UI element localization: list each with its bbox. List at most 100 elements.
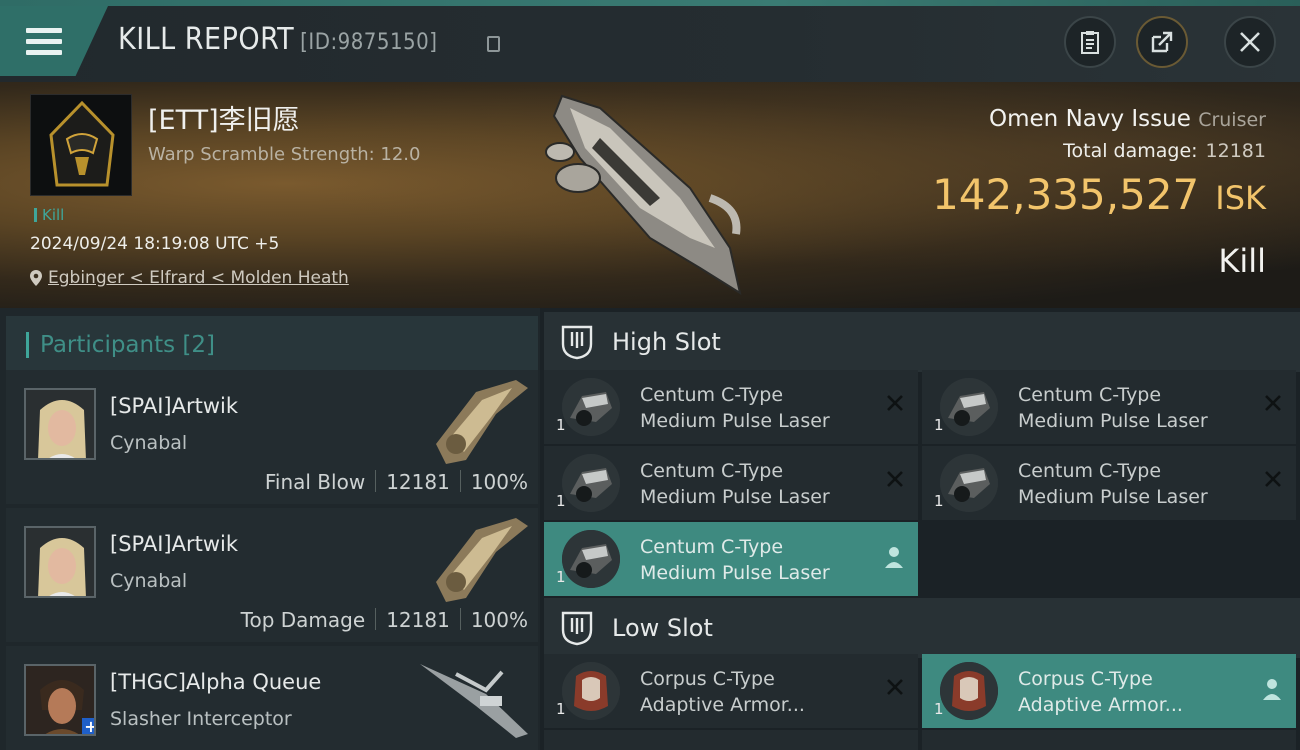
share-button[interactable] [1136, 16, 1188, 68]
module-item-partial[interactable] [544, 730, 918, 750]
module-item[interactable]: 1 Centum C-Type Medium Pulse Laser [922, 370, 1296, 444]
participant-name: [SPAI]Artwik [110, 532, 238, 556]
participant-name: [SPAI]Artwik [110, 394, 238, 418]
module-name-line2: Adaptive Armor... [640, 694, 805, 716]
module-name: Centum C-Type Medium Pulse Laser [1018, 382, 1208, 434]
kill-timestamp: 2024/09/24 18:19:08 UTC +5 [30, 234, 280, 254]
participants-header: Participants [2] [6, 316, 538, 374]
participant-role: Final Blow [264, 470, 366, 494]
high-slot-header: High Slot [544, 312, 1300, 372]
warp-scramble-strength: Warp Scramble Strength: 12.0 [148, 144, 421, 165]
participant-row[interactable]: [SPAI]Artwik Cynabal Top Damage 12181 100% [6, 508, 538, 642]
module-name-line2: Medium Pulse Laser [640, 486, 830, 508]
victim-name[interactable]: [ETT]李旧愿 [148, 98, 300, 137]
victim-ship-image [545, 94, 742, 296]
high-slot-icon [561, 325, 593, 360]
participants-header-accent [26, 332, 29, 358]
module-item[interactable]: 1 Corpus C-Type Adaptive Armor... [544, 654, 918, 728]
participant-ship-image [420, 664, 528, 738]
module-item[interactable]: 1 Centum C-Type Medium Pulse Laser [544, 446, 918, 520]
kill-result: Kill [1218, 242, 1266, 280]
close-icon [1240, 32, 1260, 52]
participant-ship-image [436, 518, 528, 602]
victim-ship-class: Cruiser [1198, 109, 1266, 131]
module-name-line1: Centum C-Type [640, 536, 784, 558]
module-quantity: 1 [934, 700, 944, 718]
module-name: Corpus C-Type Adaptive Armor... [1018, 666, 1183, 718]
low-slot-icon [561, 611, 593, 646]
participant-ship: Cynabal [110, 432, 188, 454]
pulse-laser-icon [562, 454, 620, 512]
participant-damage: 12181 [386, 608, 450, 632]
participant-percent: 100% [470, 608, 528, 632]
pulse-laser-icon [940, 454, 998, 512]
module-quantity: 1 [556, 700, 566, 718]
participants-panel: Participants [2] [SPAI]Artwik Cynabal Fi… [0, 308, 540, 750]
pulse-laser-icon [562, 378, 620, 436]
pulse-laser-icon [940, 378, 998, 436]
destroyed-icon [887, 395, 903, 411]
participant-row[interactable]: [SPAI]Artwik Cynabal Final Blow 12181 100% [6, 370, 538, 504]
module-item[interactable]: 1 Centum C-Type Medium Pulse Laser [922, 446, 1296, 520]
module-name-line1: Centum C-Type [640, 460, 784, 482]
total-damage: Total damage: 12181 [1063, 140, 1266, 162]
module-name-line2: Medium Pulse Laser [1018, 410, 1208, 432]
participant-role: Top Damage [240, 608, 366, 632]
module-name: Centum C-Type Medium Pulse Laser [640, 534, 830, 586]
module-name-line1: Centum C-Type [640, 384, 784, 406]
module-item-selected[interactable]: 1 Corpus C-Type Adaptive Armor... [922, 654, 1296, 728]
module-quantity: 1 [556, 416, 566, 434]
destroyed-icon [1265, 471, 1281, 487]
module-item[interactable]: 1 Centum C-Type Medium Pulse Laser [544, 370, 918, 444]
total-damage-value: 12181 [1205, 140, 1266, 162]
dropped-person-icon [1263, 679, 1281, 700]
module-name-line1: Centum C-Type [1018, 384, 1162, 406]
kill-location[interactable]: Egbinger < Elfrard < Molden Heath [30, 268, 349, 288]
module-name-line1: Corpus C-Type [1018, 668, 1153, 690]
participant-row[interactable]: + [THGC]Alpha Queue Slasher Interceptor [6, 646, 538, 750]
copy-id-icon[interactable] [487, 36, 500, 52]
module-name-line2: Medium Pulse Laser [640, 562, 830, 584]
clipboard-icon [1081, 31, 1099, 54]
page-title: KILL REPORT [ID:9875150] [118, 22, 437, 57]
module-item-partial[interactable] [922, 730, 1296, 750]
module-name: Centum C-Type Medium Pulse Laser [1018, 458, 1208, 510]
dropped-person-icon [885, 547, 903, 568]
module-name-line1: Centum C-Type [1018, 460, 1162, 482]
high-slot-title: High Slot [612, 328, 721, 356]
module-quantity: 1 [934, 492, 944, 510]
participant-avatar: + [24, 664, 96, 736]
participant-ship-image [436, 380, 528, 464]
participants-title: Participants [2] [40, 332, 215, 358]
destroyed-icon [887, 471, 903, 487]
participant-ship: Slasher Interceptor [110, 708, 292, 730]
isk-unit: ISK [1215, 179, 1266, 217]
participant-avatar [24, 526, 96, 598]
participant-name: [THGC]Alpha Queue [110, 670, 322, 694]
plus-badge-icon: + [82, 718, 94, 734]
fitting-panel: High Slot 1 Centum C-Type Medium Pulse L… [540, 308, 1300, 750]
module-name-line1: Corpus C-Type [640, 668, 775, 690]
clipboard-button[interactable] [1064, 16, 1116, 68]
close-button[interactable] [1224, 16, 1276, 68]
participant-percent: 100% [470, 470, 528, 494]
module-quantity: 1 [556, 568, 566, 586]
victim-portrait[interactable] [30, 94, 132, 196]
pulse-laser-icon [562, 530, 620, 588]
share-icon [1151, 31, 1173, 53]
victim-banner: [ETT]李旧愿 Warp Scramble Strength: 12.0 Ki… [0, 82, 1300, 308]
victim-ship-title[interactable]: Omen Navy Issue Cruiser [989, 106, 1266, 132]
report-id: [ID:9875150] [300, 30, 438, 55]
module-item-selected[interactable]: 1 Centum C-Type Medium Pulse Laser [544, 522, 918, 596]
hamburger-menu-icon [26, 28, 62, 55]
isk-amount: 142,335,527 [932, 170, 1200, 219]
victim-ship-name: Omen Navy Issue [989, 106, 1191, 132]
module-name: Centum C-Type Medium Pulse Laser [640, 458, 830, 510]
module-name-line2: Adaptive Armor... [1018, 694, 1183, 716]
location-link[interactable]: Egbinger < Elfrard < Molden Heath [48, 268, 349, 288]
low-slot-title: Low Slot [612, 614, 713, 642]
location-pin-icon [30, 270, 42, 286]
participant-ship: Cynabal [110, 570, 188, 592]
module-name: Corpus C-Type Adaptive Armor... [640, 666, 805, 718]
title-text: KILL REPORT [118, 22, 295, 57]
